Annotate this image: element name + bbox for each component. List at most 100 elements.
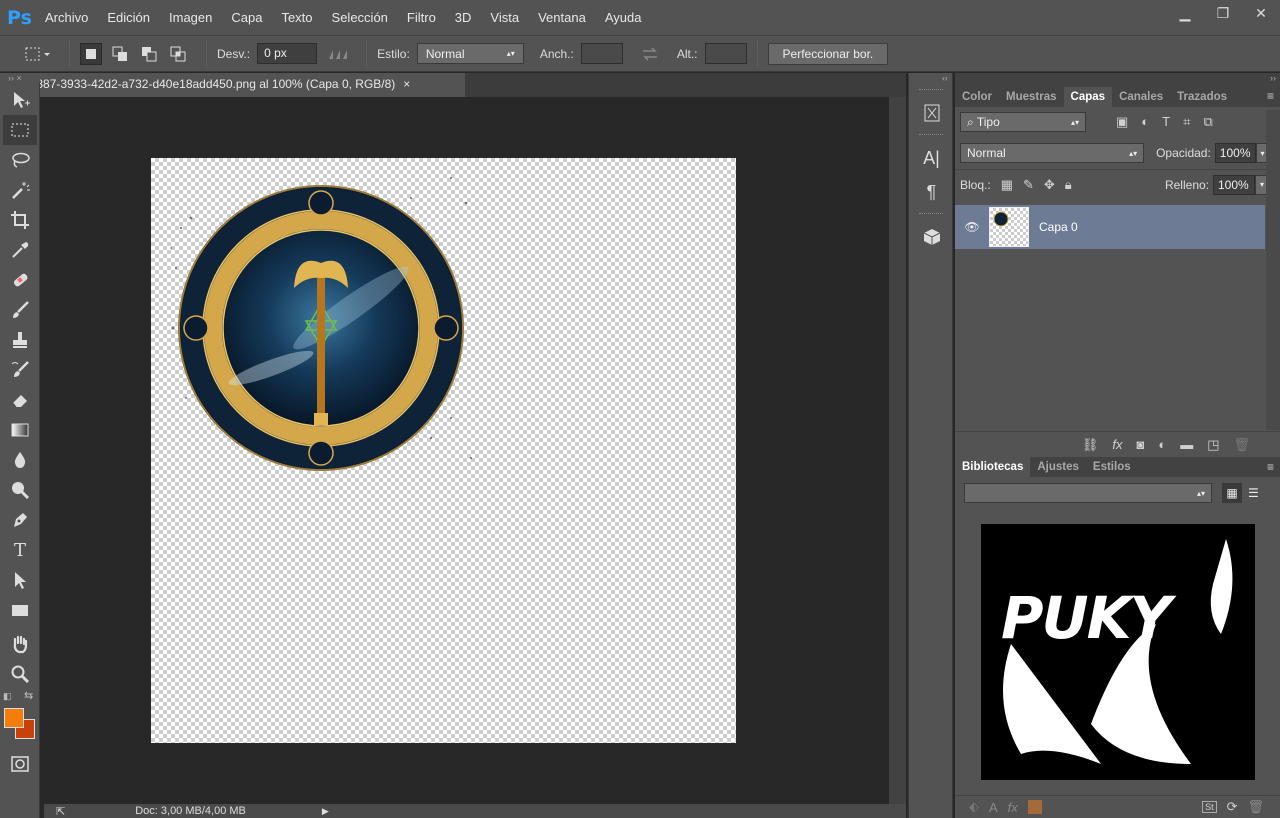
document-tab[interactable]: 7_f5887-3933-42d2-a732-d40e18add450.png …: [5, 73, 465, 97]
doc-size-status[interactable]: Doc: 3,00 MB/4,00 MB: [135, 805, 246, 817]
menu-texto[interactable]: Texto: [281, 10, 312, 25]
trash-icon[interactable]: 🗑︎: [1247, 799, 1264, 815]
new-selection-icon[interactable]: [80, 42, 102, 65]
rectangle-icon[interactable]: [0, 595, 40, 625]
filter-type-select[interactable]: ⌕ Tipo ▴▾: [960, 112, 1086, 132]
menu-3d[interactable]: 3D: [455, 10, 472, 25]
tab-estilos[interactable]: Estilos: [1086, 457, 1138, 477]
lock-all-icon[interactable]: 🔒︎: [1065, 177, 1072, 193]
tab-canales[interactable]: Canales: [1112, 87, 1170, 107]
fill-input[interactable]: 100%: [1213, 174, 1255, 195]
close-button[interactable]: ✕: [1242, 0, 1280, 26]
crop-icon[interactable]: [0, 205, 40, 235]
blend-mode-select[interactable]: Normal ▴▾: [960, 143, 1145, 163]
zoom-icon[interactable]: [0, 659, 40, 689]
fx-icon[interactable]: fx: [1112, 437, 1122, 452]
3d-panel-icon[interactable]: [909, 220, 954, 254]
panel-menu-icon[interactable]: ≡: [1267, 460, 1280, 477]
lock-transparent-icon[interactable]: ▦: [1001, 177, 1013, 193]
filter-smart-object-icon[interactable]: ⧉: [1203, 114, 1212, 130]
tab-ajustes[interactable]: Ajustes: [1030, 457, 1086, 477]
subtract-selection-icon[interactable]: [138, 43, 160, 65]
foreground-color-swatch[interactable]: [4, 708, 24, 728]
sync-icon[interactable]: ⟳: [1227, 799, 1238, 815]
add-color-swatch[interactable]: [1027, 800, 1042, 814]
opacity-input[interactable]: 100%: [1214, 143, 1256, 163]
brush-icon[interactable]: [0, 295, 40, 325]
tab-bibliotecas[interactable]: Bibliotecas: [955, 457, 1031, 477]
link-icon[interactable]: ⛓: [1082, 437, 1099, 453]
add-character-style-icon[interactable]: A: [989, 800, 998, 815]
restore-button[interactable]: ❐: [1204, 0, 1242, 26]
character-panel-icon[interactable]: A|: [909, 141, 954, 175]
blur-icon[interactable]: [0, 445, 40, 475]
layers-scrollbar[interactable]: [1266, 110, 1280, 430]
type-icon[interactable]: T: [0, 535, 40, 565]
trash-icon[interactable]: 🗑︎: [1233, 437, 1250, 453]
panel-collapse-icon[interactable]: ››: [955, 73, 1280, 85]
hand-icon[interactable]: [0, 629, 40, 659]
intersect-selection-icon[interactable]: [167, 43, 189, 65]
status-menu-arrow-icon[interactable]: ▶: [322, 806, 329, 817]
add-layer-style-icon[interactable]: fx: [1008, 800, 1018, 815]
dock-collapse-icon[interactable]: ‹‹: [909, 73, 952, 85]
lock-position-icon[interactable]: ✥: [1044, 177, 1055, 193]
grid-view-icon[interactable]: ▦: [1222, 483, 1242, 503]
document-canvas[interactable]: [151, 158, 736, 743]
quick-mask-icon[interactable]: [0, 749, 40, 779]
adjustment-icon[interactable]: ◐: [1158, 437, 1166, 452]
menu-ventana[interactable]: Ventana: [538, 10, 586, 25]
feather-input[interactable]: 0 px: [257, 43, 318, 64]
marquee-preset-icon[interactable]: [22, 43, 52, 65]
export-icon[interactable]: ⇱: [56, 805, 65, 818]
tab-color[interactable]: Color: [955, 87, 999, 107]
eye-icon[interactable]: 👁︎: [955, 220, 989, 234]
swap-icon[interactable]: [639, 43, 661, 65]
eraser-icon[interactable]: [0, 385, 40, 415]
folder-icon[interactable]: ▬: [1180, 437, 1193, 452]
history-panel-icon[interactable]: [909, 96, 954, 130]
style-select[interactable]: Normal ▴▾: [416, 43, 524, 64]
height-input[interactable]: [704, 43, 747, 64]
add-graphic-icon[interactable]: ⬖: [969, 799, 979, 815]
paragraph-panel-icon[interactable]: ¶: [909, 175, 954, 209]
menu-vista[interactable]: Vista: [490, 10, 519, 25]
default-colors-icon[interactable]: ◧: [3, 691, 12, 702]
canvas-area[interactable]: [44, 97, 889, 804]
magic-wand-icon[interactable]: [0, 175, 40, 205]
menu-ayuda[interactable]: Ayuda: [605, 10, 642, 25]
refine-edge-button[interactable]: Perfeccionar bor.: [767, 42, 889, 65]
antialias-icon[interactable]: [327, 43, 349, 65]
eyedropper-icon[interactable]: [0, 235, 40, 265]
move-icon[interactable]: [0, 85, 40, 115]
menu-imagen[interactable]: Imagen: [169, 10, 212, 25]
filter-pixel-icon[interactable]: ▣: [1116, 114, 1128, 130]
list-view-icon[interactable]: ☰: [1248, 486, 1259, 500]
layer-row[interactable]: 👁︎ Capa 0: [955, 205, 1265, 249]
lock-paint-icon[interactable]: ✎: [1023, 177, 1034, 193]
stamp-icon[interactable]: [0, 325, 40, 355]
filter-shape-icon[interactable]: ⌗: [1183, 114, 1190, 130]
filter-type-icon[interactable]: T: [1162, 114, 1170, 130]
filter-adjustment-icon[interactable]: ◐: [1141, 114, 1149, 130]
menu-archivo[interactable]: Archivo: [45, 10, 88, 25]
pen-icon[interactable]: [0, 505, 40, 535]
tab-trazados[interactable]: Trazados: [1170, 87, 1234, 107]
lasso-icon[interactable]: [0, 145, 40, 175]
marquee-icon[interactable]: [3, 115, 37, 145]
tab-capas[interactable]: Capas: [1063, 87, 1113, 107]
history-brush-icon[interactable]: [0, 355, 40, 385]
path-select-icon[interactable]: [0, 565, 40, 595]
menu-edicion[interactable]: Edición: [107, 10, 150, 25]
tab-muestras[interactable]: Muestras: [999, 87, 1064, 107]
menu-seleccion[interactable]: Selección: [332, 10, 388, 25]
new-layer-icon[interactable]: ◳: [1207, 437, 1219, 453]
close-tab-icon[interactable]: ×: [403, 77, 410, 97]
swap-colors-icon[interactable]: ⇆: [24, 689, 33, 702]
healing-icon[interactable]: [0, 265, 40, 295]
minimize-button[interactable]: ▁: [1166, 0, 1204, 26]
toolbar-collapse-icon[interactable]: ›› ×: [0, 73, 40, 83]
mask-icon[interactable]: ◙: [1136, 437, 1144, 452]
layer-name[interactable]: Capa 0: [1039, 220, 1078, 234]
stock-icon[interactable]: St: [1202, 801, 1217, 813]
